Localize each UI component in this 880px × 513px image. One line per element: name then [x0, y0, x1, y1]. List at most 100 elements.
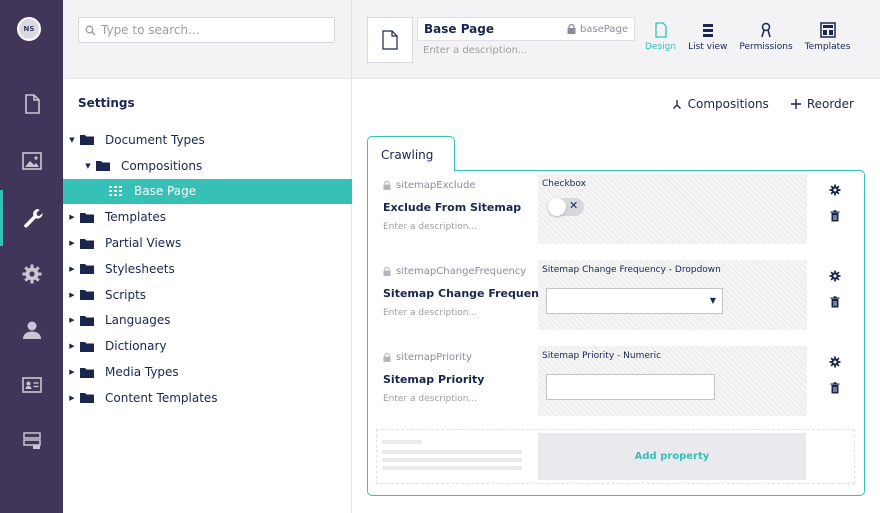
property-editor-preview[interactable]: Sitemap Change Frequency - Dropdown ▼ [538, 260, 807, 330]
layout-icon [819, 22, 836, 38]
property-alias[interactable]: sitemapChangeFrequency [383, 266, 526, 277]
tree-node-label: Templates [105, 210, 167, 225]
property-description[interactable]: Enter a description... [383, 394, 477, 404]
tree-node-partial-views[interactable]: ▶ Partial Views [63, 230, 352, 256]
section-content[interactable] [0, 76, 63, 132]
tree-node-label: Stylesheets [105, 261, 175, 276]
section-media[interactable] [0, 133, 63, 189]
trash-icon[interactable] [829, 210, 841, 222]
tree-node-media-types[interactable]: ▶ Media Types [63, 359, 352, 385]
property-label[interactable]: Sitemap Priority [383, 373, 484, 386]
doctype-name[interactable]: Base Page [424, 22, 567, 36]
caret-right-icon[interactable]: ▶ [67, 394, 77, 402]
property-description[interactable]: Enter a description... [383, 222, 477, 232]
alias-field[interactable]: basePage [567, 24, 628, 35]
caret-right-icon[interactable]: ▶ [67, 368, 77, 376]
property-editor-preview[interactable]: Sitemap Priority - Numeric [538, 346, 807, 416]
caret-right-icon[interactable]: ▶ [67, 316, 77, 324]
tree-node-languages[interactable]: ▶ Languages [63, 308, 352, 334]
tab-list-view[interactable]: List view [688, 22, 727, 52]
placeholder-line [382, 458, 522, 462]
group-tab-crawling[interactable]: Crawling [367, 136, 455, 171]
frequency-dropdown: ▼ [546, 288, 723, 314]
document-icon [654, 22, 667, 38]
property-row[interactable]: sitemapExclude Exclude From Sitemap Ente… [383, 174, 843, 252]
tree-node-stylesheets[interactable]: ▶ Stylesheets [63, 256, 352, 282]
tree-node-document-types[interactable]: ▼ Document Types [63, 127, 352, 153]
tree-node-label: Scripts [105, 287, 147, 302]
caret-right-icon[interactable]: ▶ [67, 265, 77, 273]
section-packages[interactable] [0, 246, 63, 302]
property-alias[interactable]: sitemapExclude [383, 180, 475, 191]
caret-right-icon[interactable]: ▶ [67, 239, 77, 247]
lock-icon[interactable] [383, 353, 391, 362]
folder-icon [80, 238, 94, 249]
tab-design[interactable]: Design [645, 22, 676, 52]
folder-icon [80, 392, 94, 404]
composition-grid-icon [109, 185, 123, 197]
tree-node-label: Base Page [134, 184, 197, 199]
trash-icon[interactable] [829, 296, 841, 308]
property-editor-preview[interactable]: Checkbox ✕ [538, 174, 807, 244]
lock-icon[interactable] [383, 181, 391, 190]
folder-icon [80, 315, 94, 326]
name-field[interactable]: Base Page basePage [417, 17, 635, 41]
numeric-input [546, 374, 715, 400]
property-editor-type: Sitemap Priority - Numeric [542, 351, 662, 361]
tree-node-base-page[interactable]: Base Page [63, 178, 352, 205]
tree-node-scripts[interactable]: ▶ Scripts [63, 282, 352, 308]
property-description[interactable]: Enter a description... [383, 308, 477, 318]
caret-down-icon[interactable]: ▼ [83, 162, 93, 170]
user-avatar[interactable]: NS [17, 17, 41, 41]
tree-node-content-templates[interactable]: ▶ Content Templates [63, 385, 352, 411]
compositions-button[interactable]: Compositions [672, 97, 769, 111]
property-row[interactable]: sitemapChangeFrequency Sitemap Change Fr… [383, 260, 843, 338]
property-label[interactable]: Sitemap Change Frequency [383, 287, 553, 300]
reorder-button[interactable]: Reorder [790, 97, 854, 111]
gear-icon[interactable] [829, 184, 841, 196]
image-icon [21, 152, 42, 170]
editor-actions: Compositions Reorder [650, 97, 854, 111]
search-input[interactable] [101, 23, 321, 37]
doctype-editor: Base Page basePage Enter a description..… [352, 0, 880, 513]
trash-icon[interactable] [829, 382, 841, 394]
gear-icon[interactable] [829, 270, 841, 282]
property-alias[interactable]: sitemapPriority [383, 352, 472, 363]
lock-icon[interactable] [383, 267, 391, 276]
folder-icon [96, 160, 110, 172]
gear-icon[interactable] [829, 356, 841, 368]
tab-permissions[interactable]: Permissions [739, 22, 793, 52]
add-property-button[interactable]: Add property [538, 433, 806, 480]
folder-icon [80, 134, 94, 146]
folder-icon [80, 341, 94, 352]
property-row[interactable]: sitemapPriority Sitemap Priority Enter a… [383, 346, 843, 424]
folder-icon [80, 212, 94, 223]
section-forms[interactable] [0, 413, 63, 469]
list-icon [702, 24, 713, 37]
section-settings[interactable] [0, 190, 63, 246]
tree-header [63, 0, 351, 79]
placeholder-line [382, 440, 422, 444]
tree-node-compositions[interactable]: ▼ Compositions [63, 153, 352, 179]
wrench-icon [24, 209, 43, 228]
property-group: sitemapExclude Exclude From Sitemap Ente… [367, 170, 865, 496]
caret-right-icon[interactable]: ▶ [67, 342, 77, 350]
property-tools [829, 184, 843, 236]
tree-node-label: Content Templates [105, 390, 218, 405]
section-members[interactable] [0, 357, 63, 413]
doctype-icon-picker[interactable] [367, 17, 413, 63]
description-field[interactable]: Enter a description... [423, 45, 527, 56]
caret-right-icon[interactable]: ▶ [67, 291, 77, 299]
tree-node-templates[interactable]: ▶ Templates [63, 204, 352, 230]
close-icon: ✕ [569, 199, 579, 212]
id-card-icon [21, 377, 42, 393]
tree-node-dictionary[interactable]: ▶ Dictionary [63, 333, 352, 359]
tab-templates[interactable]: Templates [805, 22, 850, 52]
search-box[interactable] [78, 17, 335, 43]
caret-down-icon[interactable]: ▼ [67, 136, 77, 144]
caret-right-icon[interactable]: ▶ [67, 213, 77, 221]
property-editor-type: Sitemap Change Frequency - Dropdown [542, 265, 721, 275]
lock-icon[interactable] [567, 24, 576, 34]
section-users[interactable] [0, 302, 63, 358]
property-label[interactable]: Exclude From Sitemap [383, 201, 521, 214]
